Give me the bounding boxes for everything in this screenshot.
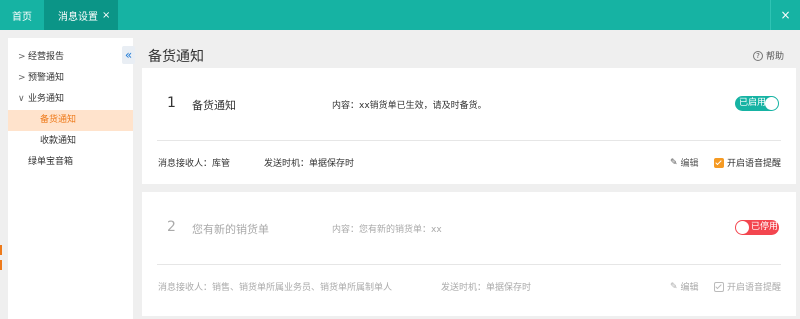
enable-toggle[interactable]: 已停用	[735, 220, 779, 235]
chevron-right-icon: >	[18, 73, 26, 83]
voice-reminder-label: 开启语音提醒	[727, 159, 782, 169]
card-footer-row: 消息接收人：销售、销货单所属业务员、销货单所属制单人 发送时机：单据保存时 ✎ …	[142, 264, 796, 308]
page-title: 备货通知	[148, 49, 204, 65]
chevron-down-icon: ∨	[18, 94, 25, 104]
toggle-knob	[736, 221, 749, 234]
edit-label: 编辑	[680, 159, 699, 169]
edit-button[interactable]: ✎ 编辑	[670, 156, 699, 170]
card-name: 您有新的销货单	[192, 223, 269, 236]
edit-icon: ✎	[670, 281, 678, 292]
card-send-time: 发送时机：单据保存时	[264, 159, 355, 169]
card-header-row: 2 您有新的销货单 内容：您有新的销货单：xx 已停用	[142, 192, 796, 264]
top-tab-bar: 首页 消息设置 × ×	[0, 0, 800, 30]
toggle-label: 已启用	[739, 98, 767, 108]
tab-bar-spacer	[118, 0, 770, 30]
sidebar-item-stock-notice[interactable]: 备货通知	[8, 110, 133, 131]
edit-label: 编辑	[680, 283, 699, 293]
enable-toggle[interactable]: 已启用	[735, 96, 779, 111]
sidebar-item-label: 经营报告	[28, 52, 65, 62]
edit-icon: ✎	[670, 157, 678, 168]
sidebar-item-label: 预警通知	[28, 73, 65, 83]
card-name: 备货通知	[192, 99, 236, 112]
card-receivers: 消息接收人：销售、销货单所属业务员、销货单所属制单人	[158, 283, 393, 293]
card-index: 1	[167, 95, 176, 111]
window-close-icon[interactable]: ×	[770, 0, 800, 30]
sidebar-item-business-report[interactable]: > 经营报告	[8, 47, 133, 68]
card-header-row: 1 备货通知 内容：xx销货单已生效，请及时备货。 已启用	[142, 68, 796, 140]
tab-home[interactable]: 首页	[0, 0, 44, 30]
edit-button[interactable]: ✎ 编辑	[670, 280, 699, 294]
sidebar-item-business-notice[interactable]: ∨ 业务通知	[8, 89, 133, 110]
toggle-knob	[765, 97, 778, 110]
help-label: 帮助	[765, 52, 784, 62]
sidebar-item-label: 业务通知	[28, 94, 65, 104]
sidebar-item-speaker[interactable]: 绿单宝音箱	[8, 152, 133, 173]
tab-label: 消息设置	[58, 11, 98, 23]
sidebar-item-payment-notice[interactable]: 收款通知	[8, 131, 133, 152]
edge-marker	[0, 260, 2, 270]
toggle-label: 已停用	[751, 222, 779, 232]
card-receivers: 消息接收人：库管	[158, 159, 231, 169]
checkbox-checked-icon	[714, 157, 724, 168]
sidebar-menu: > 经营报告 > 预警通知 ∨ 业务通知 备货通知 收款通知 绿单宝音箱	[8, 47, 133, 173]
card-footer-row: 消息接收人：库管 发送时机：单据保存时 ✎ 编辑 开启语音提醒	[142, 140, 796, 184]
page-header: 备货通知 ? 帮助	[142, 38, 796, 68]
help-button[interactable]: ? 帮助	[752, 49, 784, 62]
voice-reminder-label: 开启语音提醒	[727, 283, 782, 293]
notification-card: 1 备货通知 内容：xx销货单已生效，请及时备货。 已启用 消息接收人：库管 发…	[142, 68, 796, 184]
card-send-time: 发送时机：单据保存时	[441, 283, 532, 293]
tab-close-icon[interactable]: ×	[102, 10, 110, 21]
voice-reminder-checkbox[interactable]: 开启语音提醒	[714, 280, 781, 293]
main-content: 备货通知 ? 帮助 1 备货通知 内容：xx销货单已生效，请及时备货。 已启用 …	[142, 38, 796, 319]
side-edge-markers	[0, 245, 2, 275]
chevron-right-icon: >	[18, 52, 26, 62]
card-index: 2	[167, 219, 176, 235]
sidebar-item-warning-notice[interactable]: > 预警通知	[8, 68, 133, 89]
card-content: 内容：您有新的销货单：xx	[332, 225, 442, 235]
card-content: 内容：xx销货单已生效，请及时备货。	[332, 101, 487, 111]
notification-card: 2 您有新的销货单 内容：您有新的销货单：xx 已停用 消息接收人：销售、销货单…	[142, 192, 796, 316]
sidebar: « > 经营报告 > 预警通知 ∨ 业务通知 备货通知 收款通知 绿单宝音箱	[8, 38, 135, 319]
edge-marker	[0, 245, 2, 255]
tab-message-settings[interactable]: 消息设置 ×	[44, 0, 119, 30]
checkbox-checked-icon	[714, 281, 724, 292]
voice-reminder-checkbox[interactable]: 开启语音提醒	[714, 156, 781, 169]
help-icon: ?	[752, 50, 763, 61]
